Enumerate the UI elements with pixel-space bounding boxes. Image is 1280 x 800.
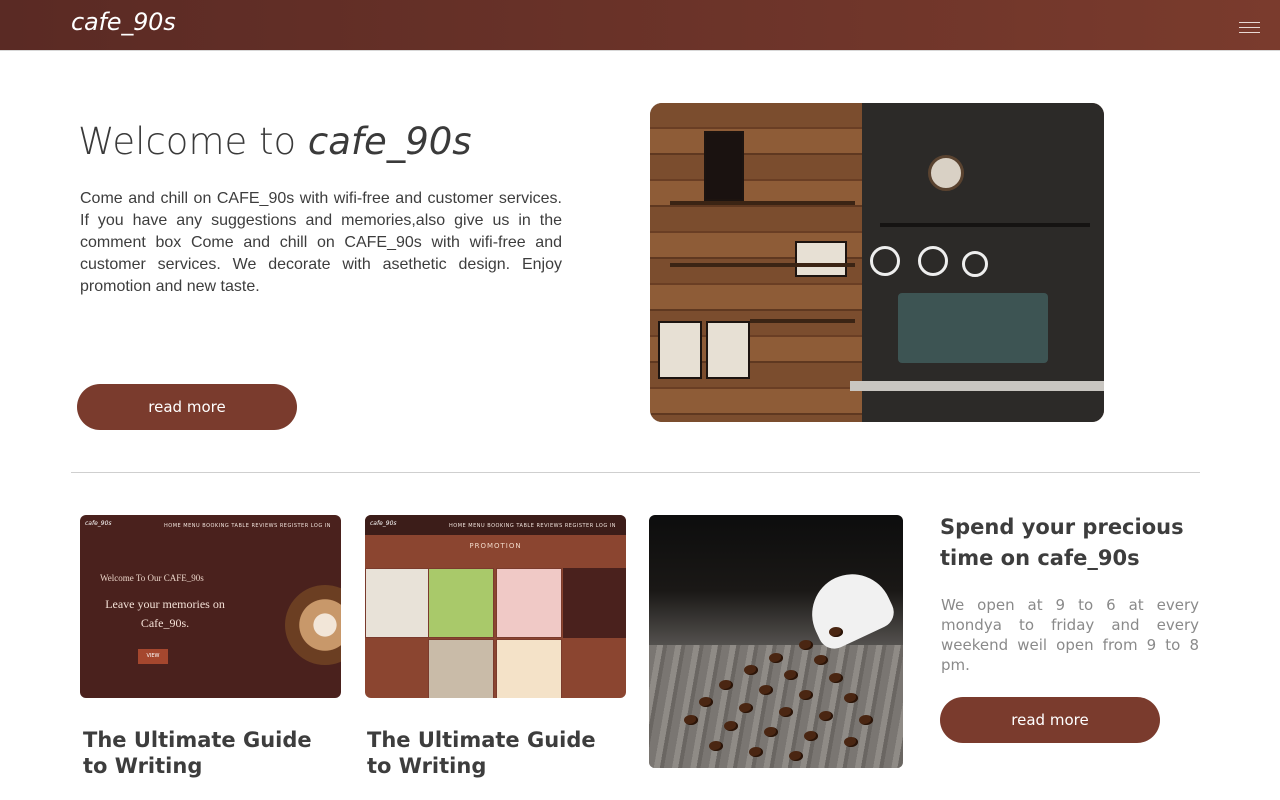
top-nav: cafe_90s (0, 0, 1280, 51)
preview-nav: HOME MENU BOOKING TABLE REVIEWS REGISTER… (449, 523, 616, 529)
opening-hours-text: We open at 9 to 6 at every mondya to fri… (941, 596, 1199, 674)
preview-logo: cafe_90s (370, 520, 397, 527)
hero-title-prefix: Welcome to (78, 120, 308, 163)
hero-title-brand: cafe_90s (307, 120, 472, 163)
preview-headline: Leave your memories on Cafe_90s. (105, 597, 225, 630)
card-title-2[interactable]: The Ultimate Guide to Writing (367, 727, 627, 779)
hero-cafe-image (650, 103, 1104, 422)
hero-title: Welcome to cafe_90s (78, 120, 472, 163)
hero-description: Come and chill on CAFE_90s with wifi-fre… (80, 190, 562, 295)
hero-read-more-button[interactable]: read more (77, 384, 297, 430)
coffee-beans-image (649, 515, 903, 768)
side-title: Spend your precious time on cafe_90s (940, 515, 1184, 570)
hamburger-icon[interactable] (1239, 22, 1260, 35)
preview-nav: HOME MENU BOOKING TABLE REVIEWS REGISTER… (164, 523, 331, 529)
card-preview-image-2[interactable]: cafe_90s HOME MENU BOOKING TABLE REVIEWS… (365, 515, 626, 698)
preview-promotion-heading: PROMOTION (469, 542, 522, 550)
latte-cup-image (285, 585, 341, 665)
card-title-1[interactable]: The Ultimate Guide to Writing (83, 727, 343, 779)
preview-view-button: VIEW (138, 649, 168, 664)
brand-logo[interactable]: cafe_90s (71, 8, 176, 36)
section-divider (71, 472, 1200, 473)
preview-welcome: Welcome To Our CAFE_90s (100, 573, 204, 583)
preview-logo: cafe_90s (85, 520, 112, 527)
card-preview-image-1[interactable]: cafe_90s HOME MENU BOOKING TABLE REVIEWS… (80, 515, 341, 698)
side-read-more-button[interactable]: read more (940, 697, 1160, 743)
